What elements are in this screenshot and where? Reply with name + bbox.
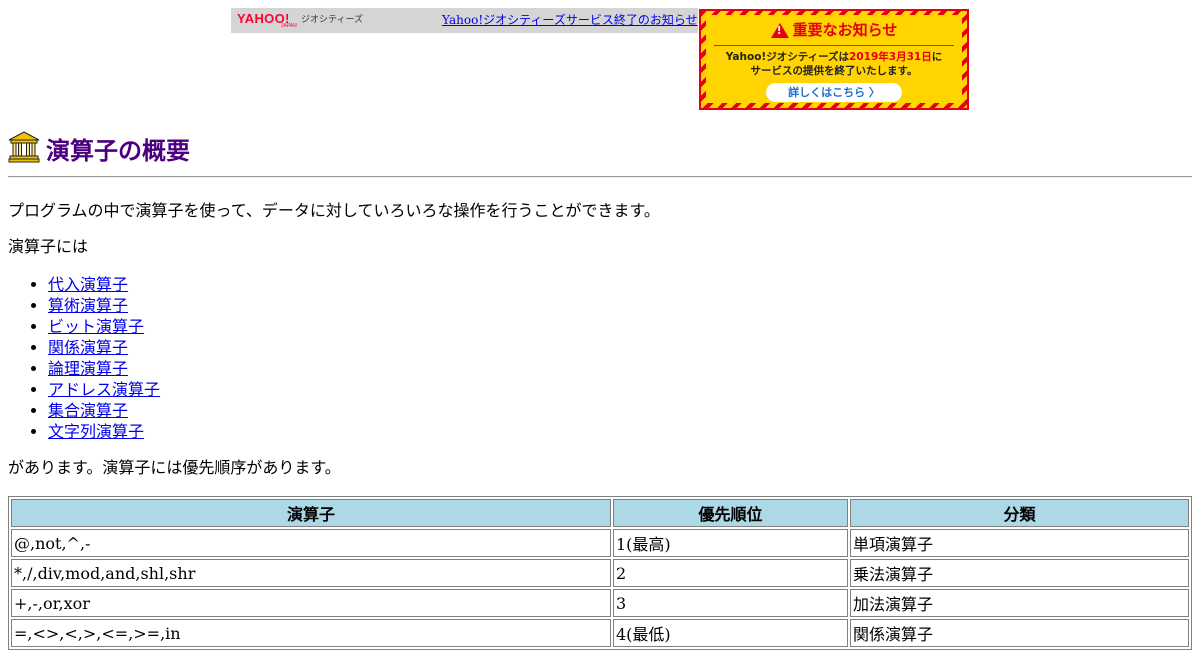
list-item: 論理演算子 [48,358,160,379]
cell-operator: =,<>,<,>,<=,>=,in [11,619,611,647]
cell-operator: +,-,or,xor [11,589,611,617]
list-item: 算術演算子 [48,295,160,316]
cell-category: 関係演算子 [850,619,1189,647]
header-category: 分類 [850,499,1189,527]
table-header-row: 演算子 優先順位 分類 [11,499,1189,527]
link-arithmetic-operator[interactable]: 算術演算子 [48,296,128,315]
cell-operator: @,not,^,- [11,529,611,557]
warning-icon [770,22,789,38]
header-precedence: 優先順位 [613,499,848,527]
list-item: ビット演算子 [48,316,160,337]
horizontal-rule [8,176,1192,178]
list-item: 文字列演算子 [48,421,160,442]
precedence-table: 演算子 優先順位 分類 @,not,^,- 1(最高) 単項演算子 *,/,di… [8,496,1192,650]
list-item: アドレス演算子 [48,379,160,400]
intro-paragraph: プログラムの中で演算子を使って、データに対していろいろな操作を行うことができます… [8,201,660,220]
cell-category: 単項演算子 [850,529,1189,557]
notice-title-text: 重要なお知らせ [792,21,898,39]
lead-paragraph: 演算子には [8,237,89,256]
notice-line2: サービスの提供を終了いたします。 [750,65,918,77]
link-address-operator[interactable]: アドレス演算子 [48,380,160,399]
operator-link-list: 代入演算子 算術演算子 ビット演算子 関係演算子 論理演算子 アドレス演算子 集… [8,274,160,442]
notice-date: 2019年3月31日 [849,51,932,63]
notice-divider [714,45,954,46]
link-assignment-operator[interactable]: 代入演算子 [48,275,128,294]
after-list-paragraph: があります。演算子には優先順序があります。 [8,458,341,477]
service-end-link[interactable]: Yahoo!ジオシティーズサービス終了のお知らせ [442,12,698,28]
link-bit-operator[interactable]: ビット演算子 [48,317,144,336]
list-item: 関係演算子 [48,337,160,358]
list-item: 集合演算子 [48,400,160,421]
notice-line1-prefix: Yahoo!ジオシティーズは [725,51,850,63]
link-relational-operator[interactable]: 関係演算子 [48,338,128,357]
details-button[interactable]: 詳しくはこちら 〉 [766,83,902,102]
table-row: *,/,div,mod,and,shl,shr 2 乗法演算子 [11,559,1189,587]
notice-line1-suffix: に [931,51,943,63]
cell-precedence: 3 [613,589,848,617]
cell-precedence: 1(最高) [613,529,848,557]
cell-precedence: 4(最低) [613,619,848,647]
link-set-operator[interactable]: 集合演算子 [48,401,128,420]
table-row: @,not,^,- 1(最高) 単項演算子 [11,529,1189,557]
cell-category: 乗法演算子 [850,559,1189,587]
header-operator: 演算子 [11,499,611,527]
geocities-banner: YAHOO! JAPAN ジオシティーズ Yahoo!ジオシティーズサービス終了… [231,8,698,33]
table-row: +,-,or,xor 3 加法演算子 [11,589,1189,617]
geocities-label: ジオシティーズ [301,14,364,24]
page-heading: 演算子の概要 [8,127,190,167]
notice-heading: 重要なお知らせ [706,20,962,40]
notice-panel: 重要なお知らせ Yahoo!ジオシティーズは2019年3月31日に サービスの提… [706,15,962,103]
page-title: 演算子の概要 [46,137,190,165]
list-item: 代入演算子 [48,274,160,295]
yahoo-logo-sub: JAPAN [281,23,297,29]
bank-building-icon [8,131,40,163]
cell-category: 加法演算子 [850,589,1189,617]
link-logical-operator[interactable]: 論理演算子 [48,359,128,378]
cell-operator: *,/,div,mod,and,shl,shr [11,559,611,587]
table-row: =,<>,<,>,<=,>=,in 4(最低) 関係演算子 [11,619,1189,647]
cell-precedence: 2 [613,559,848,587]
link-string-operator[interactable]: 文字列演算子 [48,422,144,441]
important-notice-banner[interactable]: 重要なお知らせ Yahoo!ジオシティーズは2019年3月31日に サービスの提… [699,9,969,110]
notice-body: Yahoo!ジオシティーズは2019年3月31日に サービスの提供を終了いたしま… [706,50,962,78]
